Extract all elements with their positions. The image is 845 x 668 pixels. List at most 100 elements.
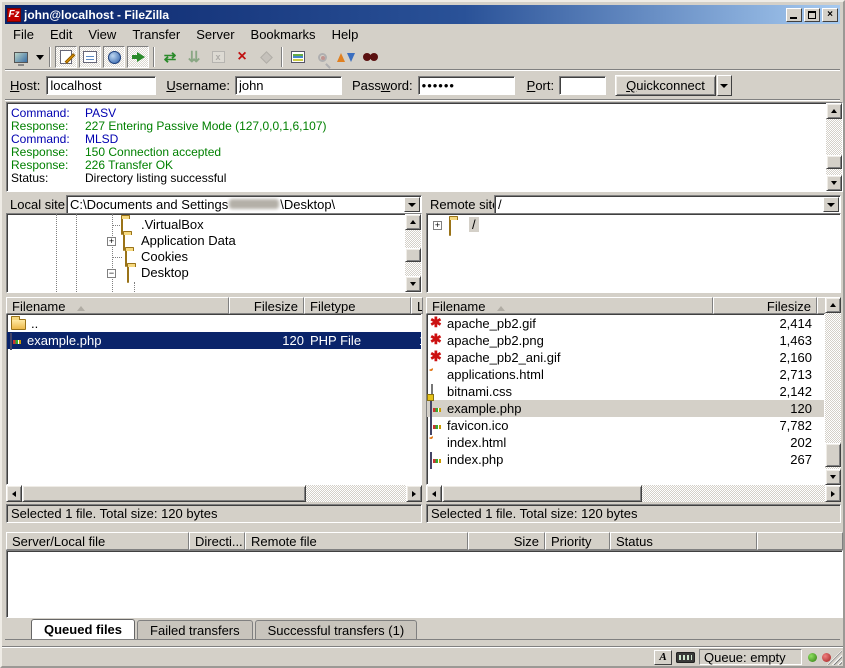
expand-plus-icon[interactable]: + [433, 221, 442, 230]
scroll-up-icon[interactable] [405, 214, 421, 230]
toggle-remote-tree-icon[interactable] [103, 46, 125, 68]
list-item[interactable]: bitnami.css 2,142 [427, 383, 824, 400]
queue-column-status[interactable]: Status [610, 532, 757, 550]
queue-column-remote-file[interactable]: Remote file [245, 532, 468, 550]
list-item[interactable]: index.html 202 [427, 434, 824, 451]
speed-limit-icon[interactable] [676, 652, 695, 663]
scroll-thumb[interactable] [442, 485, 642, 502]
local-tree-scrollbar[interactable] [405, 214, 421, 292]
local-column-filesize[interactable]: Filesize [229, 297, 304, 314]
title-bar[interactable]: Fz john@localhost - FileZilla × [5, 5, 840, 24]
list-item[interactable]: ✱ apache_pb2_ani.gif 2,160 [427, 349, 824, 366]
quickconnect-button[interactable]: Quickconnect [615, 75, 716, 96]
synchronized-browsing-icon[interactable] [335, 46, 357, 68]
site-manager-icon[interactable] [10, 46, 32, 68]
scroll-left-icon[interactable] [426, 485, 442, 502]
list-item-example-php[interactable]: example.php 120 PHP File 1 [7, 332, 421, 349]
reconnect-icon[interactable] [255, 46, 277, 68]
port-input[interactable] [559, 76, 606, 95]
menu-edit[interactable]: Edit [42, 25, 80, 44]
close-button[interactable]: × [822, 8, 838, 22]
disconnect-icon[interactable]: × [231, 46, 253, 68]
menu-bookmarks[interactable]: Bookmarks [243, 25, 324, 44]
quickconnect-dropdown-icon[interactable] [717, 75, 732, 96]
site-manager-dropdown-icon[interactable] [33, 46, 46, 68]
maximize-button[interactable] [804, 8, 820, 22]
tree-item-desktop[interactable]: Desktop [141, 265, 189, 280]
cancel-icon[interactable]: x [207, 46, 229, 68]
queue-column-direction[interactable]: Directi... [189, 532, 245, 550]
scroll-right-icon[interactable] [406, 485, 422, 502]
scroll-left-icon[interactable] [6, 485, 22, 502]
tab-successful-transfers[interactable]: Successful transfers (1) [255, 620, 418, 639]
refresh-icon[interactable]: ⇄ [159, 46, 181, 68]
password-input[interactable] [418, 76, 515, 95]
scroll-thumb[interactable] [22, 485, 306, 502]
tree-item-root[interactable]: / [469, 217, 479, 232]
tree-item-application-data[interactable]: Application Data [141, 233, 236, 248]
compare-icon[interactable] [311, 46, 333, 68]
list-item[interactable]: index.php 267 [427, 451, 824, 468]
tab-queued-files[interactable]: Queued files [31, 619, 135, 639]
scroll-right-icon[interactable] [825, 485, 841, 502]
scroll-thumb[interactable] [826, 155, 842, 169]
list-item[interactable]: favicon.ico 7,782 [427, 417, 824, 434]
remote-list-scrollbar[interactable] [825, 297, 841, 485]
scroll-down-icon[interactable] [825, 469, 841, 485]
tree-item-virtualbox[interactable]: .VirtualBox [141, 217, 204, 232]
scroll-thumb[interactable] [405, 248, 421, 262]
local-column-filename[interactable]: Filename [6, 297, 229, 314]
scroll-down-icon[interactable] [405, 276, 421, 292]
folder-icon [127, 266, 129, 283]
status-bar: A Queue: empty [2, 647, 843, 666]
queue-column-priority[interactable]: Priority [545, 532, 610, 550]
remote-hscrollbar[interactable] [426, 485, 841, 502]
toggle-local-tree-icon[interactable] [79, 46, 101, 68]
log-line: Command:PASV [11, 106, 822, 119]
filter-icon[interactable] [287, 46, 309, 68]
local-tree: .VirtualBox + Application Data Cookies −… [6, 213, 422, 293]
host-input[interactable] [46, 76, 156, 95]
queue-column-size[interactable]: Size [468, 532, 545, 550]
local-column-lastmodified[interactable]: L [411, 297, 423, 314]
ascii-datatype-icon[interactable]: A [654, 650, 672, 665]
remote-column-filename[interactable]: Filename [426, 297, 713, 314]
scroll-thumb[interactable] [825, 443, 841, 467]
log-scrollbar[interactable] [826, 103, 842, 191]
list-item-updir[interactable]: .. [7, 315, 421, 332]
expand-plus-icon[interactable]: + [107, 237, 116, 246]
menu-view[interactable]: View [80, 25, 124, 44]
scroll-down-icon[interactable] [826, 175, 842, 191]
tree-item-cookies[interactable]: Cookies [141, 249, 188, 264]
toggle-queue-icon[interactable] [127, 46, 149, 68]
list-item[interactable]: applications.html 2,713 [427, 366, 824, 383]
local-hscrollbar[interactable] [6, 485, 422, 502]
list-item[interactable]: ✱ apache_pb2.gif 2,414 [427, 315, 824, 332]
local-column-filetype[interactable]: Filetype [304, 297, 411, 314]
menu-transfer[interactable]: Transfer [124, 25, 188, 44]
log-line: Status:Directory listing successful [11, 171, 822, 184]
list-item-selected[interactable]: example.php 120 [427, 400, 824, 417]
remote-site-dropdown-icon[interactable] [823, 197, 839, 212]
menu-server[interactable]: Server [188, 25, 242, 44]
transfer-queue-list[interactable] [6, 550, 843, 618]
remote-site-combo[interactable]: / [494, 195, 841, 214]
menu-help[interactable]: Help [324, 25, 367, 44]
tab-failed-transfers[interactable]: Failed transfers [137, 620, 253, 639]
remote-column-filesize[interactable]: Filesize [713, 297, 817, 314]
local-site-dropdown-icon[interactable] [404, 197, 420, 212]
list-item[interactable]: ✱ apache_pb2.png 1,463 [427, 332, 824, 349]
toggle-log-icon[interactable] [55, 46, 77, 68]
window-title: john@localhost - FileZilla [24, 8, 784, 22]
menu-file[interactable]: File [5, 25, 42, 44]
collapse-minus-icon[interactable]: − [107, 269, 116, 278]
username-input[interactable] [235, 76, 342, 95]
scroll-up-icon[interactable] [825, 297, 841, 313]
queue-column-server-local-file[interactable]: Server/Local file [6, 532, 189, 550]
process-queue-icon[interactable]: ⇊ [183, 46, 205, 68]
local-site-combo[interactable]: C:\Documents and Settings\Desktop\ [66, 195, 422, 214]
minimize-button[interactable] [786, 8, 802, 22]
php-file-icon [430, 401, 432, 418]
find-icon[interactable] [359, 46, 381, 68]
scroll-up-icon[interactable] [826, 103, 842, 119]
